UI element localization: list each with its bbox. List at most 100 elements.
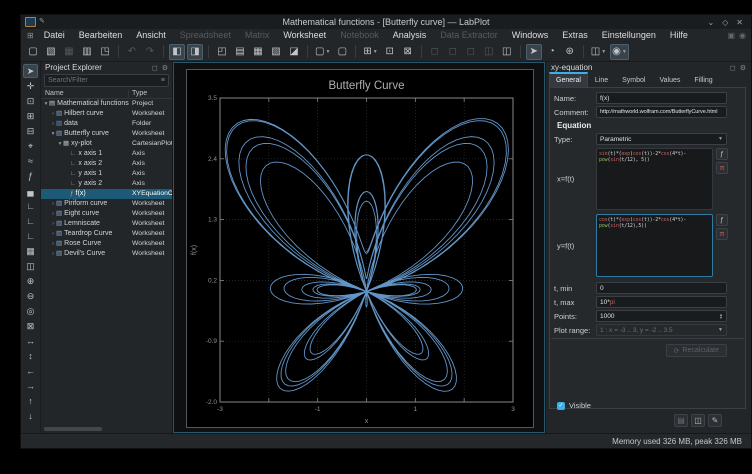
worksheet-view[interactable]: -3 -1 1 3 -2.0 -0.9 0.2 1.3 2.4 3.5 Butterfly Curv… [173, 62, 545, 433]
menu-einstellungen[interactable]: Einstellungen [595, 29, 663, 42]
menu-analysis[interactable]: Analysis [386, 29, 434, 42]
select-edit-mode-button[interactable]: ➤ [23, 64, 38, 78]
visible-checkbox[interactable]: ✓ [557, 401, 565, 410]
new-matrix-button[interactable]: ▦ [250, 44, 266, 60]
minimize-button[interactable]: ⌄ [707, 18, 714, 27]
add-histogram-button[interactable]: ▄ [23, 184, 38, 198]
constants-pi-button[interactable]: π [716, 228, 728, 240]
x-equation-textarea[interactable]: sin(t)*(exp(cos(t))-2*cos(4*t)-pow(sin(t… [596, 148, 713, 210]
add-x-axis-button[interactable]: ∟ [23, 199, 38, 213]
worksheet-page[interactable]: -3 -1 1 3 -2.0 -0.9 0.2 1.3 2.4 3.5 Butterfly Curv… [186, 69, 534, 428]
tree-row-eight-curve[interactable]: › ▧ Eight curve Worksheet [41, 209, 172, 219]
tree-row-devil-s-curve[interactable]: › ▧ Devil's Curve Worksheet [41, 249, 172, 259]
menu-spreadsheet[interactable]: Spreadsheet [173, 29, 238, 42]
zoom-dropdown-button[interactable]: ⊞ ▼ [361, 44, 379, 60]
tree-row-y-axis-1[interactable]: ∟ y axis 1 Axis [41, 169, 172, 179]
save-template-button[interactable]: ◫ [691, 414, 705, 427]
zoom-select-button[interactable]: ⊠ [400, 44, 416, 60]
zoom-in-button[interactable]: ⊕ [23, 274, 38, 288]
new-worksheet-button[interactable]: ▧ [268, 44, 284, 60]
spinbox-arrows-icon[interactable]: ▲ ▼ [719, 313, 723, 320]
new-spreadsheet-button[interactable]: ▤ [232, 44, 248, 60]
navigate-mode-button[interactable]: ✛ [23, 79, 38, 93]
menu-ansicht[interactable]: Ansicht [129, 29, 173, 42]
dock-menu-icon[interactable]: ⚙ [740, 64, 746, 72]
column-header-name[interactable]: Name [41, 89, 129, 97]
tab-symbol[interactable]: Symbol [615, 73, 652, 87]
print-button[interactable]: ▥ [79, 44, 95, 60]
tmin-field[interactable]: 0 [596, 282, 727, 294]
menu-hilfe[interactable]: Hilfe [663, 29, 695, 42]
dock-float-icon[interactable]: ◻ [730, 64, 736, 72]
tree-row-mathematical-functions[interactable]: ▾ ▤ Mathematical functions Project [41, 99, 172, 109]
shift-left-button[interactable]: ← [23, 364, 38, 378]
menu-bearbeiten[interactable]: Bearbeiten [72, 29, 130, 42]
shift-right-button[interactable]: → [23, 379, 38, 393]
functions-button[interactable]: ƒ [716, 148, 728, 160]
tree-row-teardrop-curve[interactable]: › ▧ Teardrop Curve Worksheet [41, 229, 172, 239]
new-project-button[interactable]: ▢ [25, 44, 41, 60]
menu-datei[interactable]: Datei [37, 29, 72, 42]
print-preview-button[interactable]: ◳ [97, 44, 113, 60]
horizontal-scrollbar[interactable] [44, 427, 102, 431]
search-input[interactable]: Search/Filter ≡ [44, 74, 169, 87]
menubar-extra-icon-2[interactable]: ◉ [739, 31, 746, 40]
cartesian-plot-dropdown-button[interactable]: ◫ ▼ [589, 44, 608, 60]
functions-button[interactable]: ƒ [716, 214, 728, 226]
tab-values[interactable]: Values [652, 73, 687, 87]
tree-row-lemniscate[interactable]: › ▧ Lemniscate Worksheet [41, 219, 172, 229]
zoom-x-select-mode-button[interactable]: ⊞ [23, 109, 38, 123]
tab-line[interactable]: Line [588, 73, 615, 87]
zoom-origin-button[interactable]: ◎ [23, 304, 38, 318]
zoom-select-mode-button[interactable]: ⊡ [23, 94, 38, 108]
equation-type-select[interactable]: Parametric ▼ [596, 133, 727, 145]
menu-notebook[interactable]: Notebook [333, 29, 386, 42]
points-spinbox[interactable]: 1000 ▲ ▼ [596, 310, 727, 322]
name-field[interactable]: f(x) [596, 92, 727, 104]
worksheet-grid-button[interactable]: ◫ [499, 44, 515, 60]
menu-extras[interactable]: Extras [555, 29, 595, 42]
tree-row-butterfly-curve[interactable]: ▾ ▧ Butterfly curve Worksheet [41, 129, 172, 139]
menu-data-extractor[interactable]: Data Extractor [433, 29, 505, 42]
tree-row-x-axis-2[interactable]: ∟ x axis 2 Axis [41, 159, 172, 169]
tree-row-x-axis-1[interactable]: ∟ x axis 1 Axis [41, 149, 172, 159]
tab-filling[interactable]: Filling [687, 73, 719, 87]
dock-menu-icon[interactable]: ⚙ [162, 64, 168, 72]
comment-field[interactable]: http://mathworld.wolfram.com/ButterflyCu… [596, 106, 727, 118]
auto-scale-y-button[interactable]: ↕ [23, 349, 38, 363]
tree-row-rose-curve[interactable]: › ▧ Rose Curve Worksheet [41, 239, 172, 249]
dock-float-icon[interactable]: ◻ [152, 64, 158, 72]
application-menu-icon[interactable]: ⊞ [24, 31, 37, 40]
add-xy-curve-dropdown-button[interactable]: ◉ ▼ [610, 43, 629, 60]
cursor-mode-button[interactable]: ⌖ [23, 139, 38, 153]
menu-matrix[interactable]: Matrix [238, 29, 277, 42]
import-sql-button[interactable]: ▢ [334, 44, 350, 60]
menu-windows[interactable]: Windows [505, 29, 556, 42]
constants-pi-button[interactable]: π [716, 162, 728, 174]
import-file-dropdown-button[interactable]: ▢ ▼ [313, 44, 332, 60]
zoom-mode-button[interactable]: ◔ [544, 44, 560, 60]
maximize-button[interactable]: ◇ [722, 18, 728, 27]
auto-scale-button[interactable]: ⊠ [23, 319, 38, 333]
tree-row-piriform-curve[interactable]: › ▧ Piriform curve Worksheet [41, 199, 172, 209]
tree-row-y-axis-2[interactable]: ∟ y axis 2 Axis [41, 179, 172, 189]
y-equation-textarea[interactable]: cos(t)*(exp(cos(t))-2*cos(4*t)-pow(sin(t… [596, 214, 713, 277]
titlebar[interactable]: ✎ Mathematical functions - [Butterfly cu… [21, 15, 751, 29]
column-header-type[interactable]: Type [129, 90, 172, 97]
toggle-project-explorer-button[interactable]: ◧ [169, 43, 185, 60]
tree-row-f-x[interactable]: ƒf(x) XYEquationCurve [41, 189, 172, 199]
tree-row-data[interactable]: › ▨ data Folder [41, 119, 172, 129]
add-curve-button[interactable]: ≈ [23, 154, 38, 168]
filter-icon[interactable]: ≡ [161, 77, 165, 84]
toggle-properties-explorer-button[interactable]: ◨ [187, 43, 203, 60]
add-legend-button[interactable]: ▦ [23, 244, 38, 258]
load-template-button[interactable]: ▤ [674, 414, 688, 427]
close-button[interactable]: ✕ [736, 18, 743, 27]
tmax-field[interactable]: 10* pi [596, 296, 727, 308]
magnification-button[interactable]: ⊛ [562, 44, 578, 60]
auto-scale-x-button[interactable]: ↔ [23, 334, 38, 348]
save-as-default-button[interactable]: ✎ [708, 414, 722, 427]
shift-up-button[interactable]: ↑ [23, 394, 38, 408]
zoom-fit-button[interactable]: ⊡ [382, 44, 398, 60]
new-workbook-button[interactable]: ◰ [214, 44, 230, 60]
